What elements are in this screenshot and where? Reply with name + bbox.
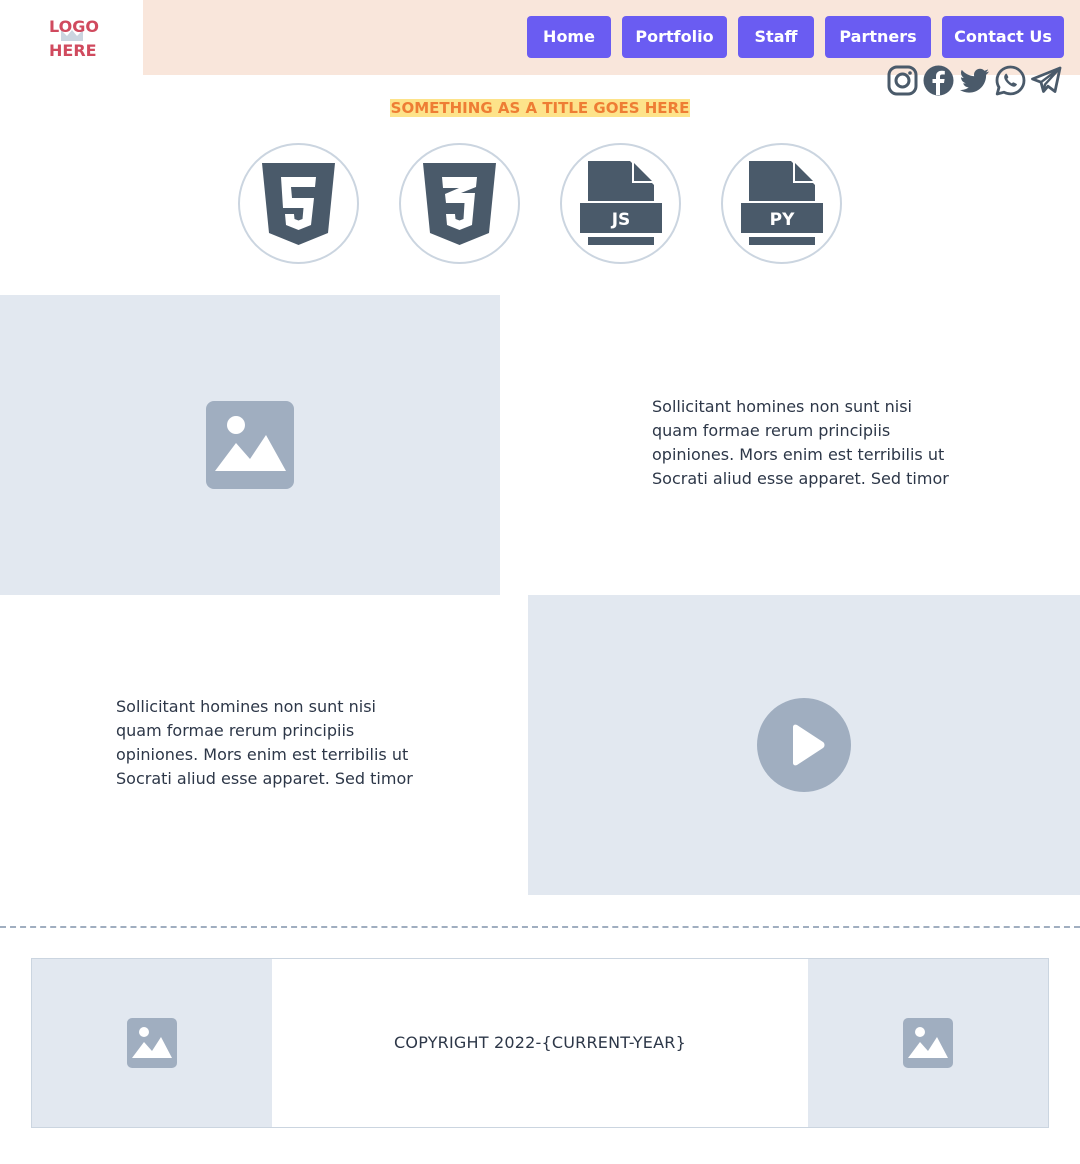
html5-tech-circle[interactable] [238,143,359,264]
copyright-text: COPYRIGHT 2022-{CURRENT-YEAR} [394,1033,686,1052]
telegram-icon[interactable] [1030,64,1063,97]
footer-image-left [32,959,272,1127]
css3-tech-circle[interactable] [399,143,520,264]
nav-portfolio-button[interactable]: Portfolio [622,16,727,58]
image-placeholder [0,295,500,595]
py-tech-circle[interactable]: PY [721,143,842,264]
section2-text: Sollicitant homines non sunt nisi quam f… [116,697,413,788]
py-label: PY [770,210,795,230]
instagram-icon[interactable] [886,64,919,97]
footer-image-right [808,959,1048,1127]
js-tech-circle[interactable]: JS [560,143,681,264]
logo-line-2: HERE [49,41,97,60]
image-icon [903,1018,953,1068]
image-icon [206,401,294,489]
facebook-icon[interactable] [922,64,955,97]
image-icon [127,1018,177,1068]
js-label: JS [611,210,631,230]
footer: COPYRIGHT 2022-{CURRENT-YEAR} [31,958,1049,1128]
logo-text: LOGO HERE [49,15,109,63]
section1-text: Sollicitant homines non sunt nisi quam f… [652,397,949,488]
twitter-icon[interactable] [958,64,991,97]
nav-partners-button[interactable]: Partners [825,16,931,58]
page-title-text: SOMETHING AS A TITLE GOES HERE [389,99,691,117]
py-file-icon: PY [741,161,823,245]
page-title: SOMETHING AS A TITLE GOES HERE [0,98,1080,118]
logo-line-1: LOGO [49,17,99,36]
nav-home-button[interactable]: Home [527,16,611,58]
css3-icon [423,163,496,245]
nav-staff-button[interactable]: Staff [738,16,814,58]
js-file-icon: JS [580,161,662,245]
logo[interactable]: LOGO HERE [0,0,143,75]
dashed-divider [0,926,1080,928]
html5-icon [262,163,335,245]
video-placeholder[interactable] [528,595,1080,895]
nav-contact-button[interactable]: Contact Us [942,16,1064,58]
play-icon[interactable] [757,698,851,792]
whatsapp-icon[interactable] [994,64,1027,97]
